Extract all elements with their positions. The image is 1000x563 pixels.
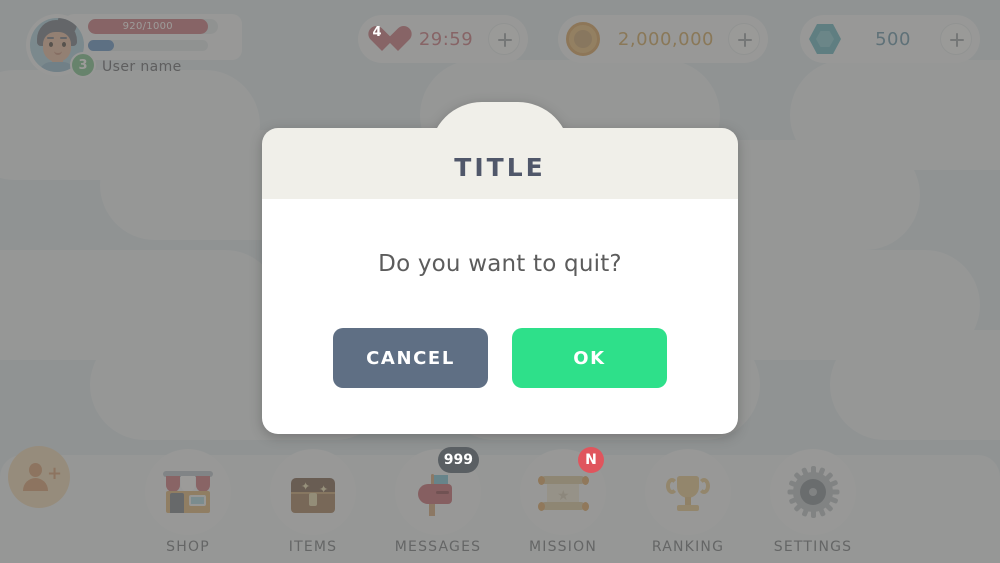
messages-badge: 999 <box>437 447 479 473</box>
dialog-message: Do you want to quit? <box>378 251 622 277</box>
ok-button[interactable]: OK <box>512 328 667 388</box>
dialog-body: Do you want to quit? CANCEL OK <box>262 199 738 434</box>
dialog-header: TITLE <box>262 102 738 199</box>
dialog-title: TITLE <box>454 153 546 182</box>
mission-badge: N <box>578 447 604 473</box>
cancel-button[interactable]: CANCEL <box>333 328 488 388</box>
quit-confirmation-dialog: TITLE Do you want to quit? CANCEL OK <box>262 102 738 434</box>
dialog-button-row: CANCEL OK <box>262 328 738 388</box>
heart-count: 4 <box>372 24 382 40</box>
